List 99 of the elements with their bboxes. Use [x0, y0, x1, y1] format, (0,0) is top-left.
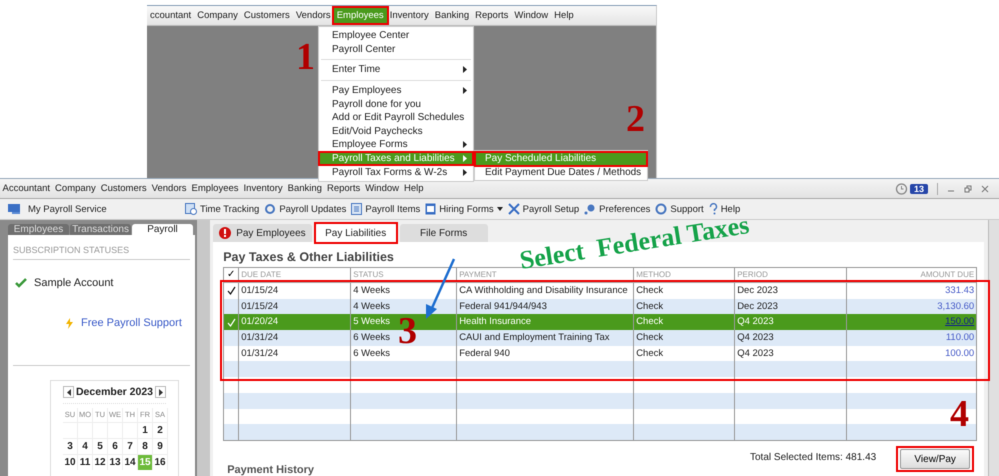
calendar-day[interactable]: 7 — [123, 438, 138, 454]
menu-item[interactable]: Employees — [334, 8, 387, 23]
form-icon — [425, 203, 436, 215]
menu-item[interactable]: Banking — [285, 181, 324, 196]
splitter[interactable] — [196, 220, 210, 476]
scrollbar[interactable] — [988, 220, 999, 476]
toolbar-button[interactable]: Help — [708, 203, 742, 215]
toolbar-button[interactable]: Payroll Items — [350, 203, 422, 215]
menu-item[interactable]: Vendors — [149, 181, 190, 196]
table-cell-text: 3,130.60 — [936, 300, 976, 314]
help-icon — [708, 203, 718, 215]
list-icon — [351, 203, 362, 215]
clock-icon — [185, 203, 197, 215]
menu-item[interactable]: Edit Payment Due Dates / Methods — [475, 166, 647, 180]
menu-item[interactable]: Window — [511, 8, 552, 23]
arrow — [426, 258, 456, 319]
calendar-day[interactable]: 11 — [78, 454, 93, 470]
previous-month-button[interactable] — [63, 386, 74, 398]
calendar-day[interactable]: 1 — [138, 422, 153, 438]
calendar-day[interactable]: 13 — [108, 454, 123, 470]
monitor-icon — [8, 203, 22, 215]
payroll-service-button[interactable]: My Payroll Service — [0, 203, 184, 215]
calendar-day[interactable]: 16 — [153, 454, 168, 470]
menu-item[interactable]: Company — [194, 8, 241, 23]
section-title: SUBSCRIPTION STATUSES — [13, 245, 190, 260]
menu-item[interactable]: Help — [402, 181, 426, 196]
section-title: Payment History — [227, 464, 314, 476]
menu-item[interactable]: Employee Forms — [319, 138, 473, 152]
next-month-button[interactable] — [155, 386, 166, 398]
calendar-day[interactable]: 4 — [78, 438, 93, 454]
caret-right-icon — [158, 388, 162, 396]
toolbar-button[interactable]: Support — [654, 203, 705, 215]
caret-left-icon — [66, 388, 70, 396]
menu-item[interactable]: ccountant — [147, 8, 194, 23]
toolbar-button[interactable]: Payroll Setup — [506, 203, 580, 215]
menu-item[interactable]: Enter Time — [319, 63, 473, 77]
table-row[interactable]: 01/31/24 6 Weeks Federal 940 Check Q4 2023 100.00 — [224, 346, 976, 362]
tab[interactable]: File Forms — [400, 224, 488, 242]
checkmark-icon[interactable] — [226, 286, 236, 296]
calendar-day[interactable]: 2 — [153, 422, 168, 438]
menu-item[interactable]: Edit/Void Paychecks — [319, 124, 473, 138]
annotation-frame — [332, 6, 389, 25]
reminder-count-badge[interactable]: 13 — [910, 184, 928, 194]
calendar-day[interactable]: 5 — [93, 438, 108, 454]
table-cell-text: 150.00 — [944, 315, 976, 330]
table-cell-text: 110.00 — [944, 331, 976, 346]
menu-item[interactable]: Reports — [324, 181, 363, 196]
toolbar-button[interactable]: Payroll Updates — [263, 203, 348, 215]
menu-item[interactable]: Customers — [240, 8, 293, 23]
toolbar-button[interactable]: Hiring Forms — [424, 203, 504, 215]
step-number: 4 — [950, 395, 969, 433]
toolbar-button[interactable]: Time Tracking — [184, 203, 260, 215]
menu-item[interactable]: Add or Edit Payroll Schedules — [319, 110, 473, 125]
menu-item[interactable]: Reports — [472, 8, 512, 23]
calendar-day[interactable]: 9 — [153, 438, 168, 454]
calendar-day[interactable]: 12 — [93, 454, 108, 470]
toolbar-button[interactable]: Preferences — [583, 203, 652, 215]
tab[interactable]: Pay Employees — [213, 224, 312, 242]
menu-item[interactable]: Vendors — [292, 8, 334, 23]
lightning-icon — [66, 318, 73, 328]
menu-item[interactable]: Customers — [98, 181, 150, 196]
menu-item[interactable]: Inventory — [241, 181, 286, 196]
menu-item[interactable]: Company — [52, 181, 98, 196]
account-name: Sample Account — [34, 277, 114, 289]
table-cell-text: 100.00 — [944, 346, 976, 361]
menu-item[interactable]: Accountant — [0, 181, 53, 196]
checkmark-icon — [15, 278, 27, 288]
alarm-clock-icon[interactable] — [894, 182, 908, 195]
tab[interactable]: Pay Liabilities — [316, 224, 396, 242]
menu-item[interactable]: Banking — [432, 8, 472, 23]
table-row[interactable]: 01/15/24 4 Weeks Federal 941/944/943 Check Dec 2023 3,130.60 — [224, 298, 976, 314]
step-number: 2 — [626, 100, 645, 138]
column-header[interactable]: ✓ — [224, 268, 240, 282]
tab[interactable]: Employees — [8, 224, 69, 235]
step-number: 1 — [296, 38, 315, 76]
table-cell-text: 331.43 — [944, 284, 976, 298]
calendar-day[interactable]: 10 — [63, 454, 78, 470]
menu-item[interactable]: Employee Center — [319, 29, 473, 43]
menu-item[interactable]: Pay Employees — [319, 84, 473, 98]
view-pay-button[interactable]: View/Pay — [900, 449, 970, 470]
menu-item[interactable]: Payroll done for you — [319, 97, 473, 111]
month-label: December 2023 — [76, 386, 154, 398]
menu-item[interactable]: Payroll Tax Forms & W-2s — [319, 165, 473, 179]
menu-item[interactable]: Payroll Taxes and Liabilities — [319, 152, 473, 166]
calendar-day[interactable]: 3 — [63, 438, 78, 454]
menu-item[interactable]: Inventory — [386, 8, 432, 23]
menu-item[interactable]: Window — [362, 181, 402, 196]
menu-item[interactable]: Employees — [189, 181, 242, 196]
menu-item[interactable]: Help — [551, 8, 577, 23]
tab[interactable]: Transactions — [70, 224, 131, 235]
menu-item[interactable]: Pay Scheduled Liabilities — [475, 152, 647, 166]
close-icon[interactable] — [981, 184, 989, 192]
total-label: Total Selected Items: 481.43 — [750, 452, 876, 463]
calendar-day[interactable]: 6 — [108, 438, 123, 454]
tab[interactable]: Payroll — [132, 224, 193, 235]
section-title: Pay Taxes & Other Liabilities — [223, 250, 394, 264]
restore-icon[interactable] — [964, 184, 972, 192]
support-link[interactable]: Free Payroll Support — [81, 317, 182, 329]
menu-item[interactable]: Payroll Center — [319, 42, 473, 56]
